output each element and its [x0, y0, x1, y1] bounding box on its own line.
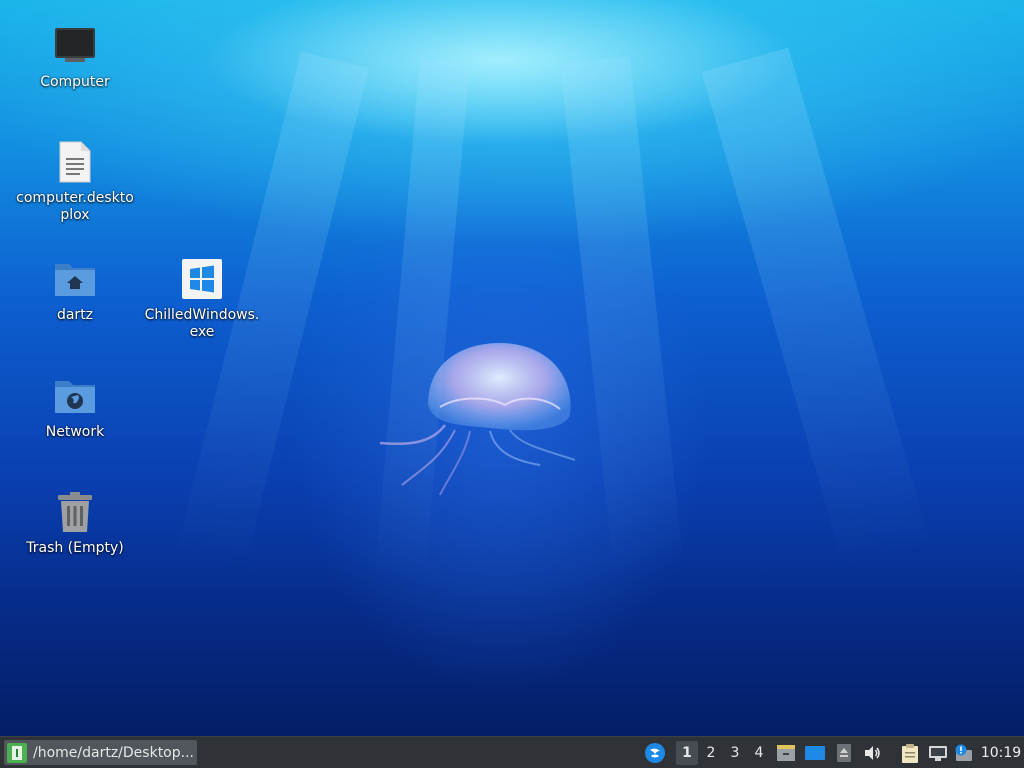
desktop-icon-label: Network	[45, 424, 105, 440]
desktop-icon-text-file[interactable]: computer.desktoplox	[10, 138, 140, 224]
eject-icon	[837, 744, 851, 762]
file-cabinet-icon	[777, 745, 795, 761]
desktop-icon-windows-exe[interactable]: ChilledWindows.exe	[137, 255, 267, 341]
desktop-icon-trash[interactable]: Trash (Empty)	[10, 488, 140, 557]
computer-icon	[51, 22, 99, 70]
file-manager-launcher[interactable]	[774, 741, 798, 765]
desktop-background: Computer computer.desktoplox dartz Chill…	[0, 0, 1024, 736]
workspace-3[interactable]: 3	[724, 741, 746, 765]
desktop-icon-label: ChilledWindows.exe	[144, 307, 260, 340]
desktop-icon-label: Computer	[40, 74, 110, 90]
eject-tray-button[interactable]	[834, 741, 854, 765]
updates-notification-button[interactable]	[952, 741, 974, 765]
taskbar-window-button[interactable]: /home/dartz/Desktop...	[4, 740, 197, 765]
desktop-icon-network[interactable]: Network	[10, 372, 140, 441]
desktop-icon-label: computer.desktoplox	[16, 190, 134, 223]
volume-icon	[865, 746, 880, 760]
home-folder-icon	[51, 255, 99, 303]
app-menu-icon	[645, 743, 665, 763]
windows-exe-icon	[178, 255, 226, 303]
jellyfish-image	[379, 343, 576, 496]
taskbar-window-label: /home/dartz/Desktop...	[33, 744, 194, 761]
volume-button[interactable]	[860, 741, 884, 765]
text-file-icon	[51, 138, 99, 186]
workspace-4[interactable]: 4	[748, 741, 770, 765]
network-folder-icon	[51, 372, 99, 420]
taskbar: /home/dartz/Desktop... 1 2 3 4 10:19	[0, 736, 1024, 768]
clipboard-icon	[902, 744, 918, 763]
clock[interactable]: 10:19	[978, 741, 1024, 765]
trash-icon	[51, 488, 99, 536]
desktop-icon-home-folder[interactable]: dartz	[10, 255, 140, 324]
workspace-1[interactable]: 1	[676, 741, 698, 765]
app-menu-button[interactable]	[642, 741, 668, 765]
network-status-button[interactable]	[926, 741, 950, 765]
workspace-2[interactable]: 2	[700, 741, 722, 765]
light-ray	[701, 47, 932, 573]
update-notification-icon	[955, 744, 972, 761]
show-desktop-button[interactable]	[802, 741, 828, 765]
network-wired-icon	[929, 746, 947, 761]
desktop-icon	[805, 746, 825, 760]
desktop-icon-computer[interactable]: Computer	[10, 22, 140, 91]
desktop-icon-label: dartz	[56, 307, 94, 323]
desktop-icon-label: Trash (Empty)	[26, 540, 124, 556]
clipboard-button[interactable]	[898, 741, 922, 765]
terminal-app-icon	[7, 742, 27, 763]
